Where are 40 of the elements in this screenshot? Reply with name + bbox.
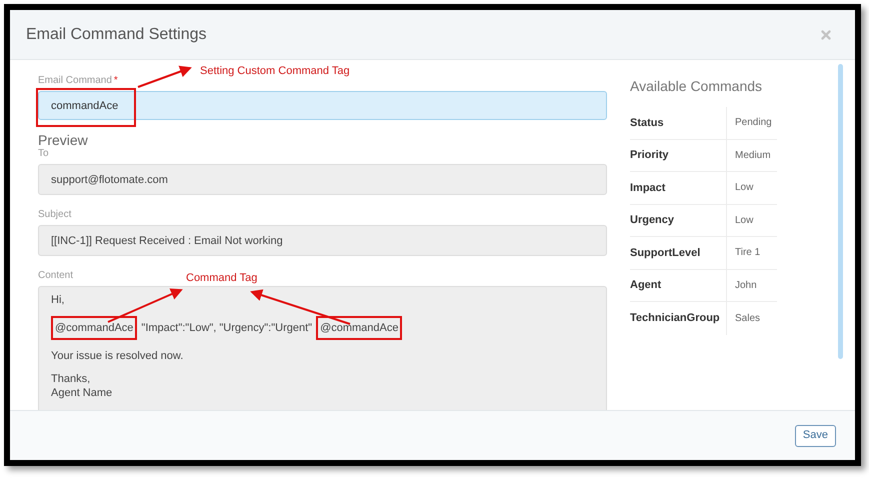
input-field[interactable]: support@flotomate.com <box>38 164 607 195</box>
close-icon <box>819 28 833 42</box>
command-value: Low <box>734 214 754 228</box>
command-value: Sales <box>734 312 760 326</box>
command-name: Urgency <box>630 204 727 236</box>
required-mark: * <box>114 75 118 86</box>
content-text: "Impact":"Low", "Urgency":"Urgent" <box>141 321 312 335</box>
command-tag: @commandAce <box>316 316 402 340</box>
command-value: Tire 1 <box>734 246 760 260</box>
content-text: Thanks, <box>51 372 90 386</box>
annotation-arrow <box>138 66 192 88</box>
content-box[interactable]: Hi, @commandAce "Impact":"Low", "Urgency":"Urgent" @commandAce Your issue is resolved now. Thanks, Agent Name <box>38 286 607 410</box>
content-text: Your issue is resolved now. <box>51 349 184 363</box>
command-name: Agent <box>630 270 727 301</box>
field-label: Content <box>38 270 74 282</box>
save-button[interactable]: Save <box>794 424 836 446</box>
content-text: Hi, <box>51 293 64 307</box>
input-field[interactable]: [[INC-1]] Request Received : Email Not working <box>38 225 607 256</box>
section-heading: Preview <box>38 132 88 148</box>
field-label: To <box>38 148 49 160</box>
field-label: Email Command * <box>38 75 118 87</box>
content-text: Agent Name <box>51 386 112 400</box>
field-label: Subject <box>38 209 72 221</box>
command-name: Status <box>630 107 727 138</box>
dialog-title: Email Command Settings <box>26 24 207 44</box>
panel-title: Available Commands <box>630 77 762 96</box>
command-value: Low <box>734 181 754 196</box>
annotation-label: Command Tag <box>186 271 258 286</box>
input-field[interactable]: commandAce <box>38 91 607 120</box>
command-name: Priority <box>630 140 727 171</box>
command-value: John <box>734 278 757 293</box>
close-button[interactable] <box>819 28 833 42</box>
scrollbar[interactable] <box>838 64 843 359</box>
command-tag: @commandAce <box>51 316 138 340</box>
command-name: Impact <box>630 172 727 204</box>
command-value: Medium <box>734 148 771 163</box>
command-value: Pending <box>734 116 772 130</box>
command-name: TechnicianGroup <box>630 302 727 334</box>
command-name: SupportLevel <box>630 237 727 268</box>
annotation-label: Setting Custom Command Tag <box>200 64 350 79</box>
